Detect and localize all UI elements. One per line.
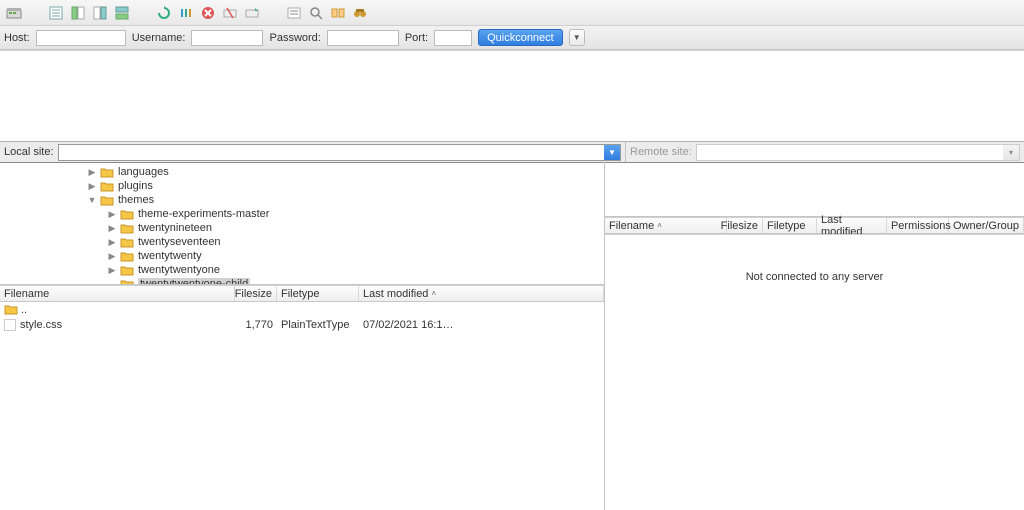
col-lastmod[interactable]: Last modified˄ [359, 286, 604, 301]
rcol-filename[interactable]: Filename˄ [605, 218, 727, 233]
tree-item-label: plugins [118, 180, 153, 192]
quickconnect-dropdown[interactable]: ▼ [569, 29, 585, 46]
col-filesize[interactable]: Filesize [235, 286, 277, 301]
tree-item-label: themes [118, 194, 154, 206]
remote-site-label: Remote site: [630, 146, 692, 158]
folder-icon [100, 181, 114, 192]
filter-icon[interactable] [285, 4, 303, 22]
rcol-owner[interactable]: Owner/Group [949, 218, 1024, 233]
tree-item[interactable]: twentytwentyone-child [0, 277, 604, 285]
tree-item-label: twentynineteen [138, 222, 212, 234]
folder-icon [4, 304, 18, 315]
tree-item[interactable]: ▶ theme-experiments-master [0, 207, 604, 221]
port-input[interactable] [434, 30, 472, 46]
toggle-queue-icon[interactable] [113, 4, 131, 22]
remote-file-list-header: Filename˄ Filesize Filetype Last modifie… [605, 217, 1024, 234]
tree-item[interactable]: ▼ themes [0, 193, 604, 207]
folder-icon [120, 223, 134, 234]
remote-site-combo[interactable]: ▾ [696, 144, 1020, 161]
file-name: .. [21, 304, 27, 316]
tree-item-label: twentyseventeen [138, 236, 221, 248]
chevron-right-icon[interactable]: ▶ [88, 181, 96, 192]
file-size: 1,770 [235, 319, 277, 331]
binoculars-icon[interactable] [351, 4, 369, 22]
tree-item-label: languages [118, 166, 169, 178]
col-filetype[interactable]: Filetype [277, 286, 359, 301]
port-label: Port: [405, 32, 428, 44]
compare-icon[interactable] [329, 4, 347, 22]
disconnect-icon[interactable] [221, 4, 239, 22]
folder-icon [120, 251, 134, 262]
host-label: Host: [4, 32, 30, 44]
refresh-icon[interactable] [155, 4, 173, 22]
rcol-filesize[interactable]: Filesize [727, 218, 763, 233]
username-input[interactable] [191, 30, 263, 46]
message-log-pane [0, 50, 1024, 142]
process-queue-icon[interactable] [177, 4, 195, 22]
local-site-label: Local site: [4, 146, 54, 158]
chevron-right-icon[interactable]: ▶ [108, 223, 116, 234]
chevron-right-icon[interactable]: ▶ [108, 251, 116, 262]
tree-item[interactable]: ▶ twentynineteen [0, 221, 604, 235]
main-toolbar [0, 0, 1024, 26]
site-path-row: Local site: ▼ Remote site: ▾ [0, 142, 1024, 162]
folder-icon [100, 167, 114, 178]
password-label: Password: [269, 32, 320, 44]
site-manager-icon[interactable] [5, 4, 23, 22]
sort-asc-icon: ˄ [431, 289, 436, 298]
chevron-right-icon[interactable]: ▶ [108, 265, 116, 276]
tree-item[interactable]: ▶ languages [0, 165, 604, 179]
cancel-icon[interactable] [199, 4, 217, 22]
file-row[interactable]: .. [0, 302, 604, 317]
rcol-permissions[interactable]: Permissions [887, 218, 949, 233]
local-file-list-header: Filename Filesize Filetype Last modified… [0, 285, 604, 302]
file-row[interactable]: style.css 1,770PlainTextType07/02/2021 16… [0, 317, 604, 332]
col-filename[interactable]: Filename [0, 286, 235, 301]
folder-icon [120, 265, 134, 276]
toggle-log-icon[interactable] [47, 4, 65, 22]
folder-icon [100, 195, 114, 206]
reconnect-icon[interactable] [243, 4, 261, 22]
tree-item[interactable]: ▶ twentytwentyone [0, 263, 604, 277]
file-modified: 07/02/2021 16:1… [359, 319, 604, 331]
local-file-list[interactable]: .. style.css 1,770PlainTextType07/02/2021 … [0, 302, 604, 510]
chevron-right-icon[interactable]: ▶ [108, 237, 116, 248]
tree-item-label: twentytwentyone-child [138, 278, 250, 285]
quickconnect-button[interactable]: Quickconnect [478, 29, 563, 46]
remote-tree-pane [605, 162, 1024, 217]
host-input[interactable] [36, 30, 126, 46]
password-input[interactable] [327, 30, 399, 46]
rcol-lastmod[interactable]: Last modified [817, 218, 887, 233]
tree-item[interactable]: ▶ plugins [0, 179, 604, 193]
quickconnect-bar: Host: Username: Password: Port: Quickcon… [0, 26, 1024, 50]
chevron-down-icon[interactable]: ▼ [88, 195, 96, 205]
tree-item-label: twentytwenty [138, 250, 202, 262]
chevron-right-icon[interactable]: ▶ [108, 209, 116, 220]
toggle-local-tree-icon[interactable] [69, 4, 87, 22]
tree-item-label: twentytwentyone [138, 264, 220, 276]
file-icon [4, 319, 16, 331]
file-type: PlainTextType [277, 319, 359, 331]
search-icon[interactable] [307, 4, 325, 22]
remote-empty-message: Not connected to any server [746, 271, 884, 283]
folder-icon [120, 209, 134, 220]
sort-asc-icon: ˄ [657, 221, 662, 230]
remote-file-list: Not connected to any server [605, 234, 1024, 510]
tree-item[interactable]: ▶ twentytwenty [0, 249, 604, 263]
toggle-remote-tree-icon[interactable] [91, 4, 109, 22]
username-label: Username: [132, 32, 186, 44]
file-name: style.css [20, 319, 62, 331]
local-tree-pane[interactable]: ▶languages▶plugins▼themes▶theme-experime… [0, 162, 604, 285]
local-site-combo[interactable]: ▼ [58, 144, 621, 161]
rcol-filetype[interactable]: Filetype [763, 218, 817, 233]
folder-icon [120, 237, 134, 248]
tree-item[interactable]: ▶ twentyseventeen [0, 235, 604, 249]
tree-item-label: theme-experiments-master [138, 208, 269, 220]
chevron-right-icon[interactable]: ▶ [88, 167, 96, 178]
